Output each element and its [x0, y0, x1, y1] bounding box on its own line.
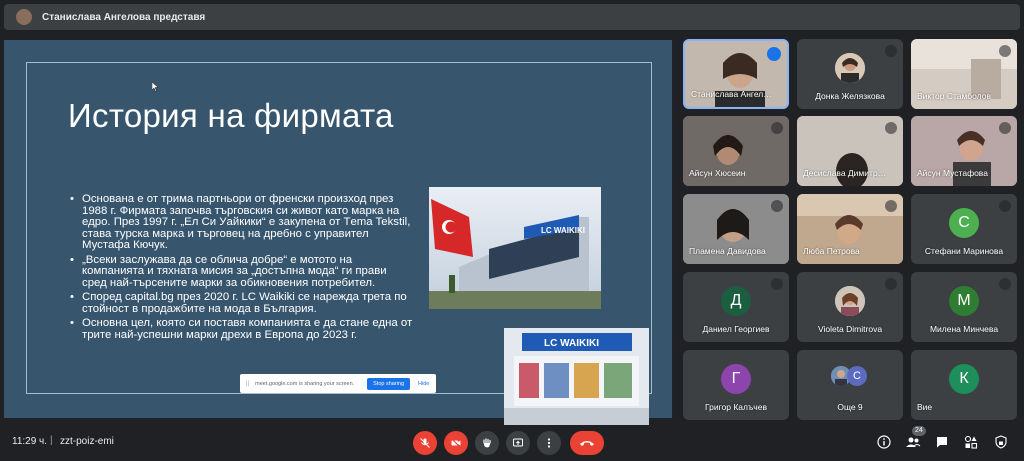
presenter-label: Станислава Ангелова представя — [42, 11, 206, 23]
participant-name: Милена Минчева — [929, 324, 999, 334]
mic-off-icon — [999, 45, 1011, 57]
participant-tile[interactable]: Десислава Димитр… — [797, 116, 903, 186]
participant-name: Стефани Маринова — [924, 246, 1004, 256]
share-message: meet.google.com is sharing your screen. — [255, 380, 355, 387]
present-button[interactable] — [506, 431, 530, 455]
hang-up-icon — [580, 441, 594, 446]
participant-name: Айсун Хюсеин — [689, 168, 746, 178]
participant-tile[interactable]: Айсун Мустафова — [911, 116, 1017, 186]
mic-off-icon — [885, 122, 897, 134]
mic-off-icon — [420, 438, 430, 448]
participant-name: Десислава Димитр… — [803, 168, 887, 178]
storefront-image: LC WAIKIKI — [504, 328, 649, 425]
slide-bullet: Основна цел, която си поставя компанията… — [68, 317, 413, 341]
mic-off-icon — [999, 200, 1011, 212]
slide-bullet: Основана е от трима партньори от френски… — [68, 193, 413, 252]
participant-avatar: Д — [721, 286, 751, 316]
mic-off-icon — [885, 45, 897, 57]
shared-slide: История на фирмата Основана е от трима п… — [4, 40, 672, 425]
slide-title: История на фирмата — [68, 97, 394, 134]
participant-tile[interactable]: Д Даниел Георгиев — [683, 272, 789, 342]
mic-toggle-button[interactable] — [413, 431, 437, 455]
participant-tile[interactable]: Виктор Стамболов — [911, 39, 1017, 109]
mic-off-icon — [885, 278, 897, 290]
participant-tile[interactable]: Пламена Давидова — [683, 194, 789, 264]
more-options-button[interactable] — [537, 431, 561, 455]
mic-off-icon — [771, 122, 783, 134]
participant-name: Люба Петрова — [803, 246, 860, 256]
self-tile[interactable]: К Вие — [911, 350, 1017, 420]
participant-tile[interactable]: М Милена Минчева — [911, 272, 1017, 342]
present-screen-icon — [513, 438, 523, 447]
store-building-image: LC WAIKIKI — [429, 187, 601, 309]
more-participants-label: Още 9 — [837, 402, 863, 412]
activities-button[interactable] — [962, 433, 980, 451]
more-participants-tile[interactable]: С Още 9 — [797, 350, 903, 420]
hand-icon — [483, 438, 491, 448]
slide-bullet: „Всеки заслужава да се облича добре“ е м… — [68, 254, 413, 290]
activities-icon — [964, 435, 978, 449]
participant-name: Айсун Мустафова — [917, 168, 988, 178]
raise-hand-button[interactable] — [475, 431, 499, 455]
hide-banner-link[interactable]: Hide — [418, 381, 429, 387]
participant-name: Григор Калъчев — [705, 402, 767, 412]
camera-off-icon — [451, 438, 461, 448]
mic-off-icon — [999, 122, 1011, 134]
meeting-details-button[interactable] — [875, 433, 893, 451]
participant-avatar: С — [949, 208, 979, 238]
participant-tile[interactable]: Донка Желязкова — [797, 39, 903, 109]
meeting-code: zzt-poiz-emi — [60, 436, 114, 447]
participant-tile[interactable]: Люба Петрова — [797, 194, 903, 264]
chat-icon — [937, 437, 947, 448]
host-controls-button[interactable] — [992, 433, 1010, 451]
mic-off-icon — [771, 200, 783, 212]
presenter-avatar — [16, 9, 32, 25]
participant-name: Донка Желязкова — [815, 91, 885, 101]
participant-tile[interactable]: Г Григор Калъчев — [683, 350, 789, 420]
participant-tile[interactable]: Violeta Dimitrova — [797, 272, 903, 342]
separator: | — [50, 435, 53, 446]
participant-avatar: С — [847, 366, 867, 386]
participant-name: Даниел Георгиев — [702, 324, 770, 334]
participant-avatar — [835, 53, 865, 83]
mic-off-icon — [999, 278, 1011, 290]
participant-name: Виктор Стамболов — [917, 91, 991, 101]
camera-toggle-button[interactable] — [444, 431, 468, 455]
slide-bullet-list: Основана е от трима партньори от френски… — [68, 193, 413, 344]
info-icon — [877, 435, 891, 449]
mic-off-icon — [771, 278, 783, 290]
store-sign-text: LC WAIKIKI — [541, 226, 585, 235]
clock: 11:29 ч. — [12, 436, 48, 447]
speaking-indicator-icon — [767, 47, 781, 61]
participant-name: Violeta Dimitrova — [817, 324, 883, 334]
bottom-control-bar: 11:29 ч. | zzt-poiz-emi — [0, 422, 1024, 461]
leave-call-button[interactable] — [570, 431, 604, 455]
shield-lock-icon — [995, 435, 1007, 449]
more-vert-icon — [547, 438, 551, 448]
chat-button[interactable] — [933, 433, 951, 451]
people-icon — [906, 437, 921, 447]
presenter-bar: Станислава Ангелова представя — [4, 4, 1020, 30]
mic-off-icon — [885, 200, 897, 212]
participant-avatar: Г — [721, 364, 751, 394]
participant-avatar: К — [949, 364, 979, 394]
participant-tile[interactable]: С Стефани Маринова — [911, 194, 1017, 264]
meet-window: Станислава Ангелова представя История на… — [0, 0, 1024, 461]
participant-name: Пламена Давидова — [689, 246, 766, 256]
participant-avatar: М — [949, 286, 979, 316]
participant-name: Станислава Ангел… — [691, 89, 772, 99]
slide-bullet: Според capital.bg през 2020 г. LC Waikik… — [68, 291, 413, 315]
stop-sharing-button[interactable]: Stop sharing — [367, 377, 411, 390]
people-count-badge: 24 — [912, 426, 926, 436]
mouse-cursor-icon — [152, 82, 158, 92]
storefront-sign-text: LC WAIKIKI — [544, 338, 599, 349]
participant-tile[interactable]: Айсун Хюсеин — [683, 116, 789, 186]
screen-share-banner: || meet.google.com is sharing your scree… — [240, 374, 436, 393]
participant-tile[interactable]: Станислава Ангел… — [683, 39, 789, 109]
participant-name: Вие — [917, 402, 933, 412]
drag-handle-icon[interactable]: || — [246, 381, 249, 387]
participant-avatar — [835, 286, 865, 316]
